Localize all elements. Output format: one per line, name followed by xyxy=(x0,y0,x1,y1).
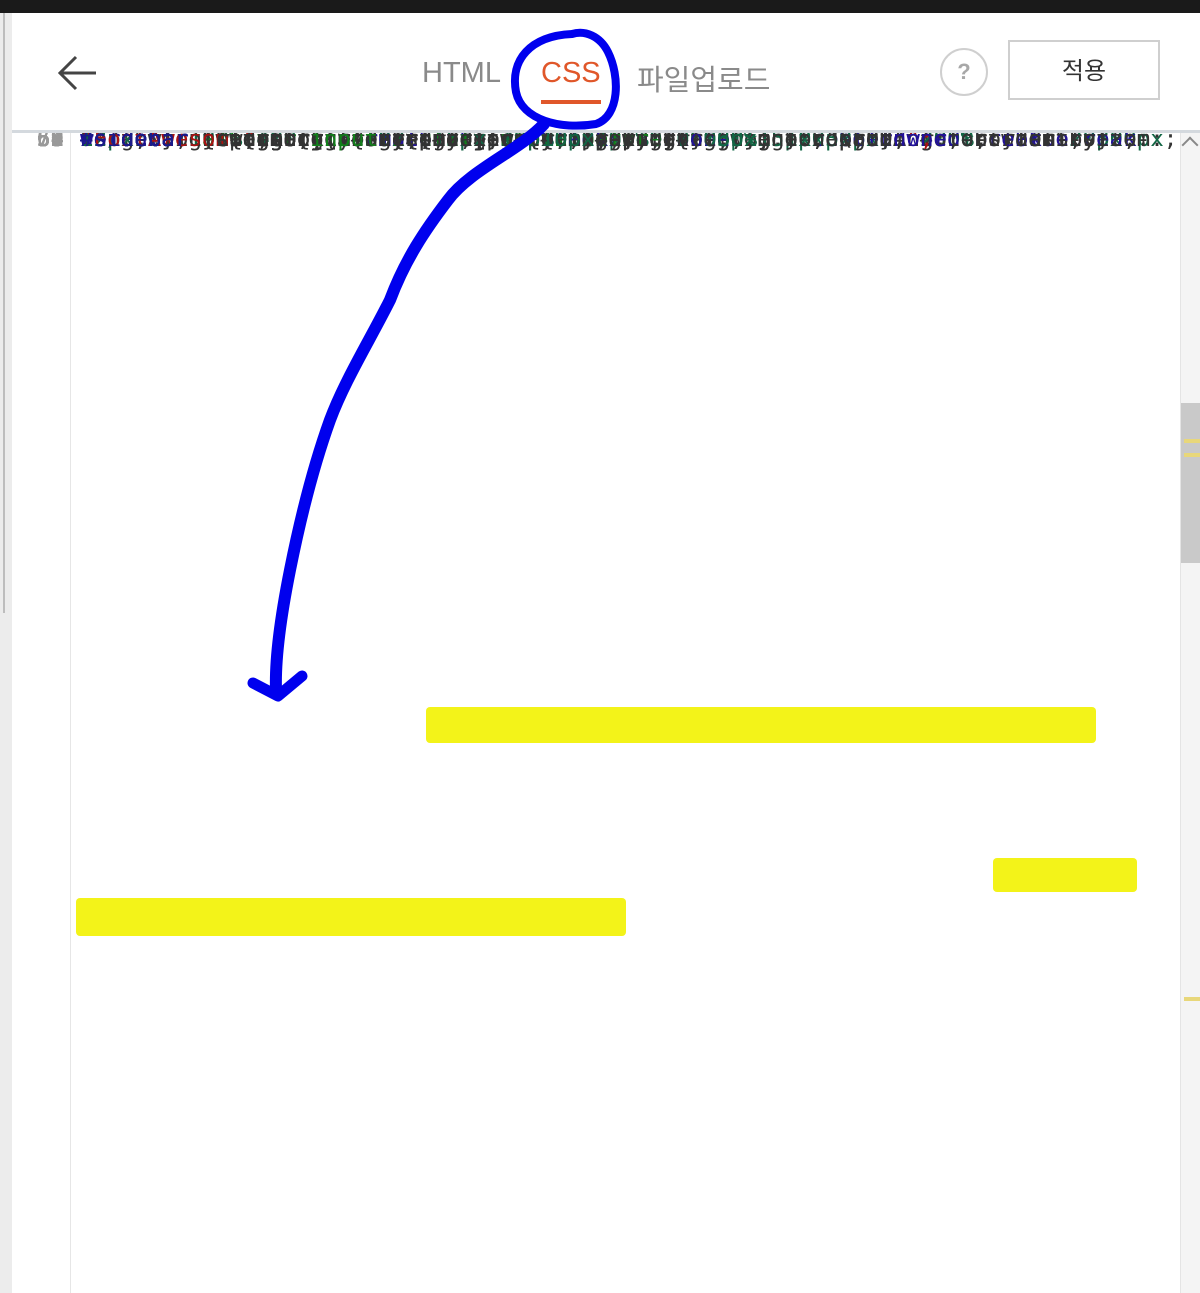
help-button[interactable]: ? xyxy=(940,48,988,96)
tab-css[interactable]: CSS xyxy=(541,57,601,104)
scrollbar-thumb[interactable] xyxy=(1181,403,1200,563)
tab-file-upload[interactable]: 파일업로드 xyxy=(637,57,770,99)
tab-css-label: CSS xyxy=(541,57,601,89)
search-match-marker xyxy=(1184,439,1200,443)
arrow-left-icon xyxy=(57,55,96,91)
editor-header: HTML CSS 파일업로드 ? 적용 xyxy=(12,13,1200,133)
vertical-scrollbar[interactable] xyxy=(1180,133,1200,1293)
tab-html-label: HTML xyxy=(422,57,501,89)
tab-file-upload-label: 파일업로드 xyxy=(637,65,771,97)
search-match-marker xyxy=(1184,453,1200,457)
back-button[interactable] xyxy=(56,51,102,97)
css-code-editor[interactable]: 50 */51 #sidebar { position: fixed; top: … xyxy=(12,133,1180,1293)
scroll-up-icon[interactable] xyxy=(1181,136,1199,154)
line-number-gutter xyxy=(12,133,71,1293)
line-number: 73 xyxy=(36,133,64,152)
search-match-marker xyxy=(1184,997,1200,1001)
window-top-strip xyxy=(0,0,1200,13)
apply-button-label: 적용 xyxy=(1061,58,1107,85)
active-tab-underline xyxy=(541,100,601,104)
apply-button[interactable]: 적용 xyxy=(1008,40,1160,100)
question-mark-icon: ? xyxy=(957,59,971,84)
code-text[interactable]: #sidebar .search input { padding: 10px; … xyxy=(80,133,1170,159)
tab-html[interactable]: HTML xyxy=(422,57,501,90)
